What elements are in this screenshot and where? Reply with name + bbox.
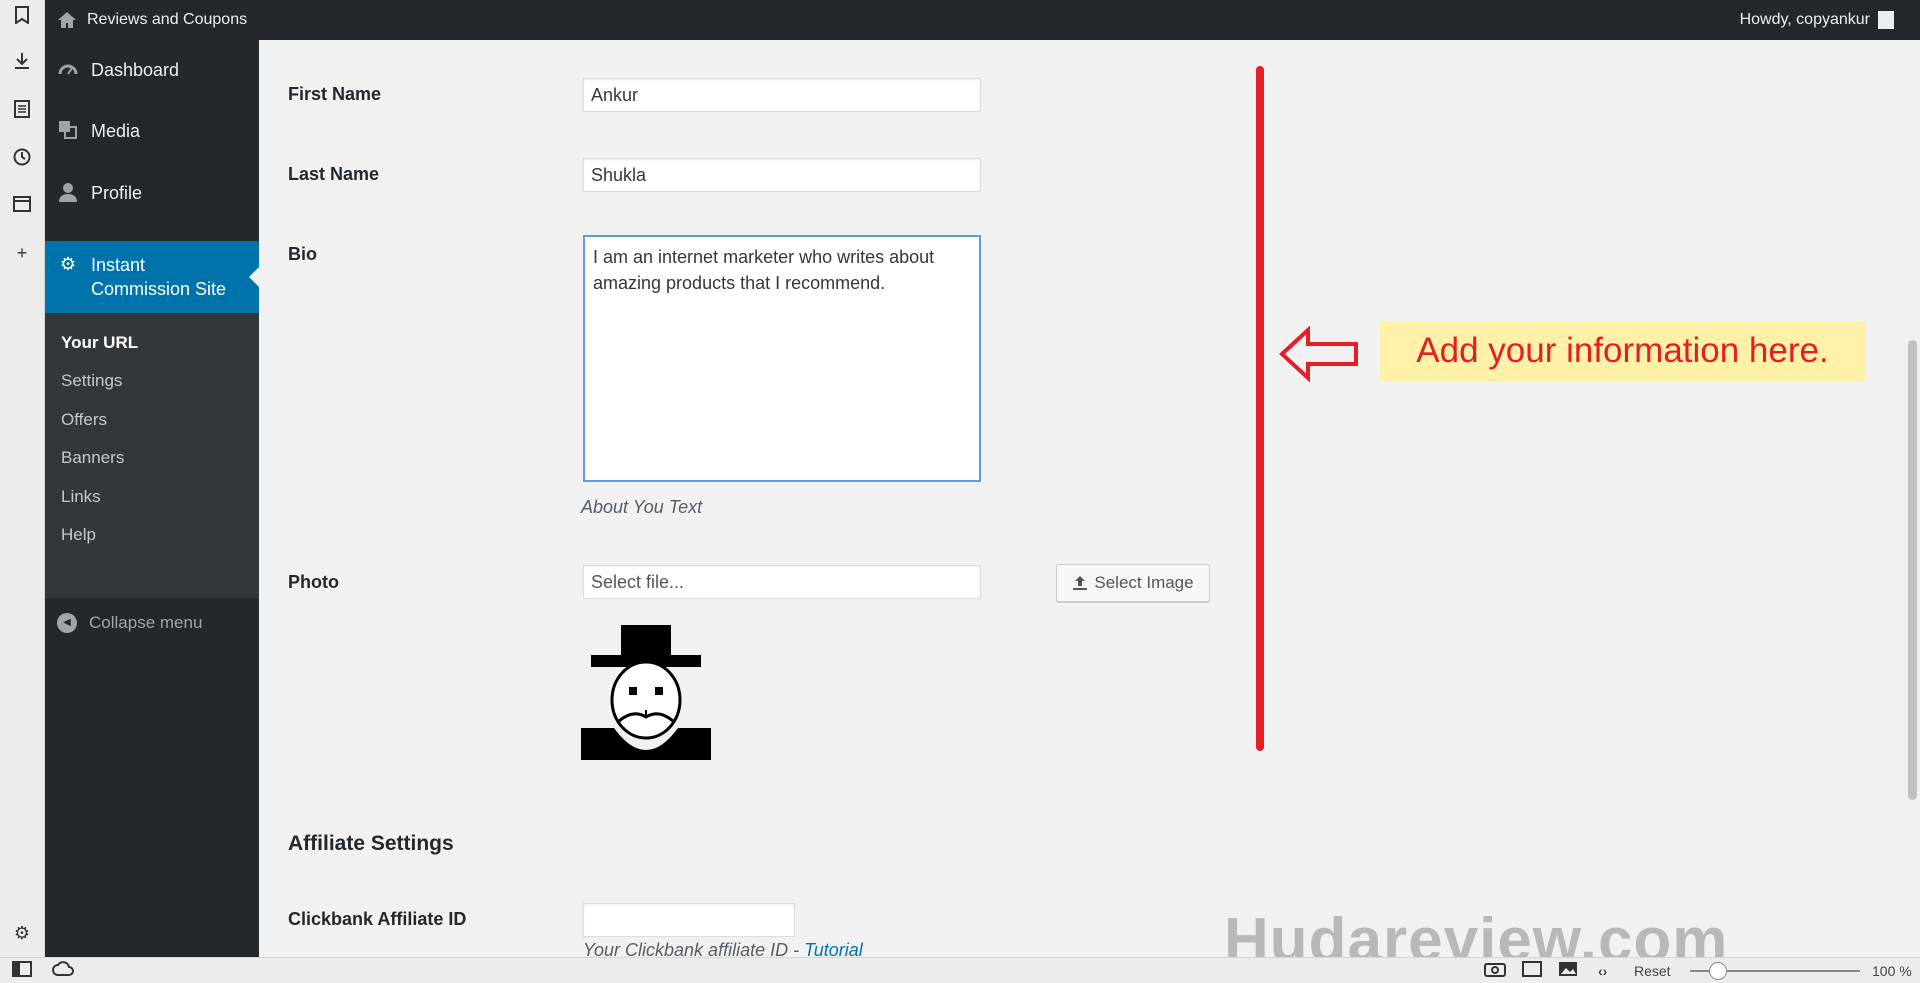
admin-sidebar: Dashboard Media Profile ⚙ Instant Commis… — [45, 40, 259, 957]
howdy-text: Howdy, copyankur — [1739, 11, 1870, 28]
profile-photo — [581, 625, 711, 760]
sidebar-item-instant-commission-site[interactable]: ⚙ Instant Commission Site — [45, 241, 259, 313]
photo-label: Photo — [288, 572, 339, 592]
submenu: Your URL Settings Offers Banners Links H… — [45, 313, 259, 598]
bookmark-icon[interactable] — [11, 6, 33, 28]
last-name-label: Last Name — [288, 164, 380, 184]
media-icon — [57, 120, 79, 142]
first-name-label: First Name — [288, 84, 382, 104]
screen: + ⚙ Reviews and Coupons Howdy, copyankur… — [0, 0, 1920, 983]
gear-icon: ⚙ — [59, 254, 77, 274]
download-icon[interactable] — [11, 52, 33, 74]
bio-label: Bio — [288, 244, 317, 264]
collapse-icon: ◀ — [57, 613, 77, 633]
annotation-arrow-icon — [1279, 326, 1358, 382]
bio-textarea[interactable]: I am an internet marketer who writes abo… — [583, 235, 981, 482]
affiliate-settings-title: Affiliate Settings — [288, 832, 454, 855]
submenu-item-settings[interactable]: Settings — [61, 371, 122, 391]
main-content: First Name Ankur Last Name Shukla Bio I … — [259, 40, 1920, 960]
browser-status-bar: ‹› Reset 100 % — [0, 957, 1920, 983]
sidebar-item-label: Dashboard — [91, 59, 180, 80]
sidebar-item-dashboard[interactable]: Dashboard — [45, 40, 259, 100]
first-name-input[interactable]: Ankur — [583, 78, 981, 112]
zoom-slider-knob[interactable] — [1709, 962, 1727, 980]
dashboard-icon — [57, 59, 79, 81]
image-icon[interactable] — [1558, 961, 1578, 982]
annotation-callout: Add your information here. — [1380, 321, 1865, 381]
submenu-item-links[interactable]: Links — [61, 487, 101, 507]
plus-icon[interactable]: + — [11, 242, 33, 264]
admin-bar-site[interactable]: Reviews and Coupons — [57, 0, 247, 40]
sidebar-item-profile[interactable]: Profile — [45, 162, 259, 224]
sidebar-item-media[interactable]: Media — [45, 100, 259, 162]
admin-bar: Reviews and Coupons Howdy, copyankur — [45, 0, 1920, 40]
collapse-menu-button[interactable]: ◀ Collapse menu — [57, 613, 202, 633]
settings-gear-icon[interactable]: ⚙ — [11, 922, 33, 944]
reading-list-icon[interactable] — [11, 100, 33, 122]
upload-icon — [1073, 576, 1088, 590]
submenu-item-banners[interactable]: Banners — [61, 448, 124, 468]
sidebar-item-label: Media — [91, 120, 141, 141]
sidebar-item-label: Profile — [91, 182, 143, 203]
camera-icon[interactable] — [1484, 961, 1506, 982]
window-mode-icon[interactable] — [1522, 961, 1542, 982]
clickbank-id-input[interactable] — [583, 903, 795, 937]
reset-zoom-button[interactable]: Reset — [1634, 961, 1671, 981]
site-title: Reviews and Coupons — [87, 11, 248, 28]
submenu-item-help[interactable]: Help — [61, 525, 96, 545]
submenu-item-offers[interactable]: Offers — [61, 410, 107, 430]
photo-file-input[interactable]: Select file... — [583, 565, 981, 599]
scrollbar-thumb[interactable] — [1908, 340, 1917, 800]
account-menu[interactable]: Howdy, copyankur — [1740, 0, 1894, 40]
submenu-item-your-url[interactable]: Your URL — [61, 333, 138, 353]
sidebar-toggle-icon[interactable] — [12, 961, 32, 982]
annotation-red-line — [1256, 66, 1264, 751]
avatar — [1878, 11, 1894, 29]
page-scrollbar[interactable] — [1905, 40, 1920, 957]
browser-left-rail: + ⚙ — [0, 0, 45, 957]
code-icon[interactable]: ‹› — [1598, 961, 1607, 981]
history-icon[interactable] — [11, 148, 33, 170]
collapse-label: Collapse menu — [89, 613, 203, 632]
last-name-input[interactable]: Shukla — [583, 158, 981, 192]
cloud-icon[interactable] — [52, 961, 74, 982]
bio-description: About You Text — [581, 497, 703, 517]
sidebar-item-label: Instant Commission Site — [91, 255, 227, 299]
zoom-level: 100 % — [1872, 963, 1912, 979]
clickbank-label: Clickbank Affiliate ID — [288, 909, 467, 929]
profile-icon — [57, 182, 79, 204]
select-image-label: Select Image — [1094, 573, 1194, 592]
select-image-button[interactable]: Select Image — [1056, 564, 1210, 602]
window-icon[interactable] — [11, 195, 33, 217]
home-icon — [58, 12, 76, 28]
